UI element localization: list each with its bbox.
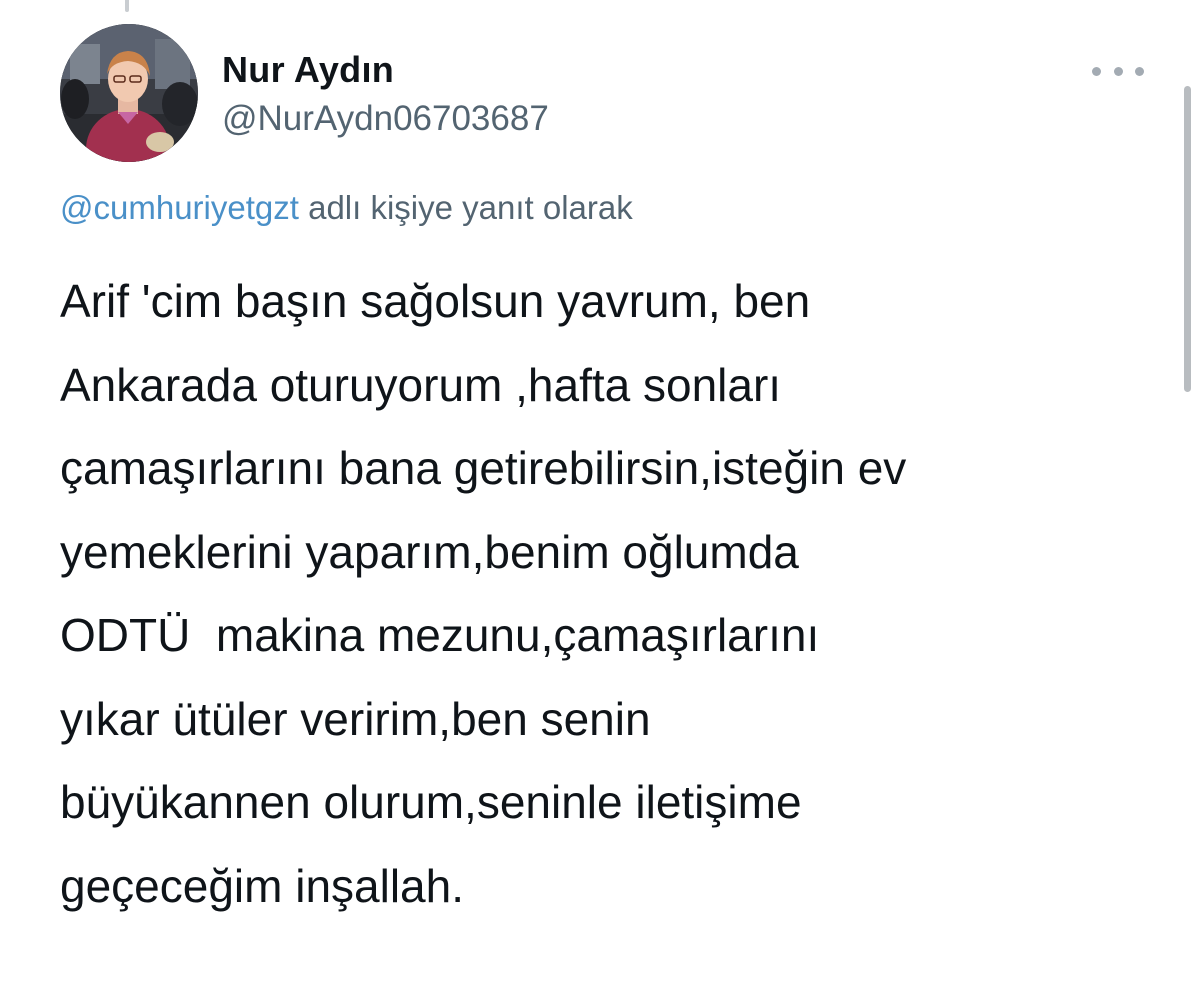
reply-context: @cumhuriyetgzt adlı kişiye yanıt olarak	[60, 186, 633, 230]
reply-mention-link[interactable]: @cumhuriyetgzt	[60, 189, 299, 226]
author-username[interactable]: @NurAydn06703687	[222, 97, 549, 141]
avatar[interactable]	[60, 24, 198, 162]
tweet-card: Nur Aydın @NurAydn06703687 @cumhuriyetgz…	[0, 0, 1200, 992]
reply-context-label: adlı kişiye yanıt olarak	[298, 189, 633, 226]
tweet-line: büyükannen olurum,seninle iletişime	[60, 776, 802, 828]
tweet-line: Ankarada oturuyorum ,hafta sonları	[60, 358, 782, 411]
tweet-line: çamaşırlarını bana getirebilirsin,isteği…	[60, 442, 907, 494]
more-options-button[interactable]	[1092, 56, 1144, 86]
more-options-icon	[1113, 66, 1123, 76]
tweet-text: Arif 'cim başın sağolsun yavrum, ben Ank…	[60, 260, 1150, 928]
author-display-name[interactable]: Nur Aydın	[222, 48, 394, 92]
scrollbar[interactable]	[1184, 86, 1191, 392]
avatar-photo	[60, 24, 198, 162]
more-options-icon	[1092, 66, 1101, 76]
tweet-line: ODTÜ makina mezunu,çamaşırlarını	[60, 609, 820, 661]
tweet-line: yıkar ütüler veririm,ben senin	[60, 692, 651, 745]
tweet-line: geçeceğim inşallah.	[60, 859, 465, 912]
more-options-icon	[1135, 66, 1144, 76]
top-edge-marker	[125, 0, 129, 12]
tweet-line: Arif 'cim başın sağolsun yavrum, ben	[60, 275, 811, 327]
tweet-line: yemeklerini yaparım,benim oğlumda	[60, 525, 799, 578]
